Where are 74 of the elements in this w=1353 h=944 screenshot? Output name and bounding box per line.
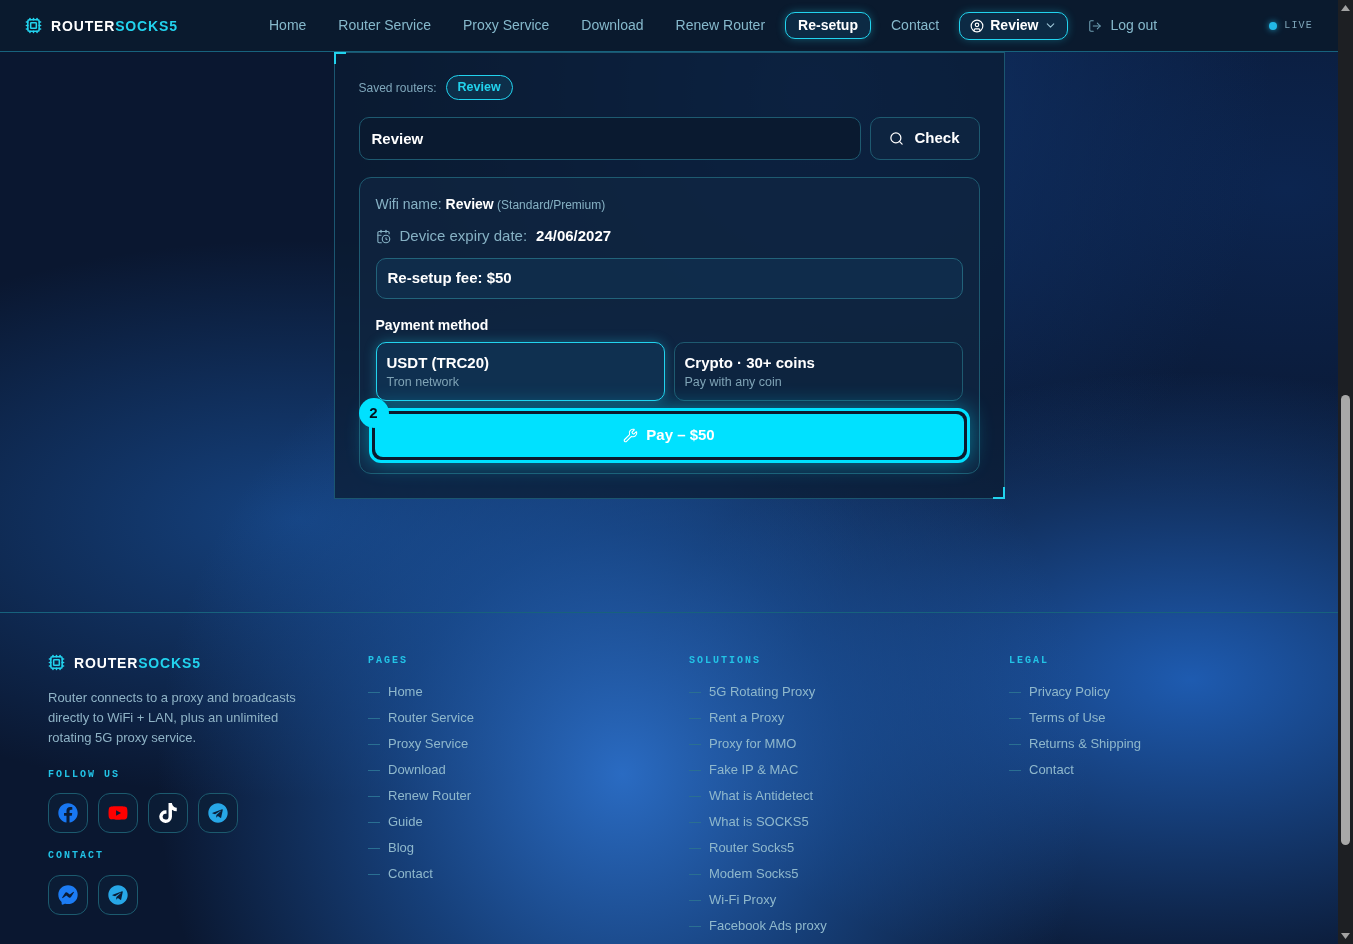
chip-icon bbox=[48, 654, 65, 671]
wrench-icon bbox=[623, 428, 639, 443]
footer-link[interactable]: Guide bbox=[368, 814, 423, 830]
live-status-text: LIVE bbox=[1284, 19, 1313, 33]
saved-router-chip[interactable]: Review bbox=[445, 75, 513, 100]
social-link[interactable] bbox=[148, 793, 188, 833]
logo-text[interactable]: ROUTERSOCKS5 bbox=[74, 654, 201, 671]
scroll-up-icon[interactable] bbox=[1341, 5, 1350, 11]
footer-link[interactable]: What is Antidetect bbox=[689, 788, 814, 804]
footer-link[interactable]: What is SOCKS5 bbox=[689, 814, 809, 830]
social-link[interactable] bbox=[98, 875, 138, 915]
footer-link[interactable]: Renew Router bbox=[368, 788, 472, 804]
scrollbar-thumb[interactable] bbox=[1341, 395, 1350, 845]
chip-icon bbox=[25, 17, 42, 34]
follow-us-heading: FOLLOW US bbox=[48, 769, 120, 781]
user-icon bbox=[970, 18, 985, 33]
fee-box: Re-setup fee: $50 bbox=[375, 258, 963, 299]
nav-link[interactable]: Router Service bbox=[326, 12, 443, 39]
tiktok-icon bbox=[158, 803, 178, 823]
social-link[interactable] bbox=[198, 793, 238, 833]
calendar-clock-icon bbox=[375, 228, 391, 244]
corner-bracket-icon bbox=[333, 52, 346, 64]
footer-link[interactable]: Proxy for MMO bbox=[689, 736, 797, 752]
nav-link[interactable]: Proxy Service bbox=[450, 12, 562, 39]
user-menu-button[interactable]: Review bbox=[959, 11, 1069, 40]
messenger-icon bbox=[58, 885, 78, 905]
footer-link[interactable]: Download bbox=[368, 762, 446, 778]
corner-bracket-icon bbox=[992, 487, 1005, 499]
nav-link[interactable]: Renew Router bbox=[663, 12, 778, 39]
footer-column-heading: PAGES bbox=[368, 655, 408, 667]
footer-link[interactable]: Router Service bbox=[368, 710, 474, 726]
logo-text[interactable]: ROUTERSOCKS5 bbox=[51, 17, 178, 34]
expiry-date: 24/06/2027 bbox=[536, 225, 612, 246]
footer-link[interactable]: Contact bbox=[1009, 762, 1074, 778]
payment-method-heading: Payment method bbox=[375, 316, 489, 335]
footer-link[interactable]: Modem Socks5 bbox=[689, 866, 799, 882]
saved-routers-label: Saved routers: bbox=[358, 79, 437, 97]
check-button[interactable]: Check bbox=[869, 117, 980, 160]
telegram-icon bbox=[208, 803, 228, 823]
footer-link[interactable]: Facebook Ads proxy bbox=[689, 918, 827, 934]
footer-link[interactable]: Router Socks5 bbox=[689, 840, 795, 856]
nav-link[interactable]: Download bbox=[569, 12, 656, 39]
footer-link[interactable]: Fake IP & MAC bbox=[689, 762, 799, 778]
scroll-down-icon[interactable] bbox=[1341, 933, 1350, 939]
footer-link[interactable]: 5G Rotating Proxy bbox=[689, 684, 816, 700]
scrollbar[interactable] bbox=[1338, 0, 1353, 944]
footer-link[interactable]: Home bbox=[368, 684, 423, 700]
footer-link[interactable]: Blog bbox=[368, 840, 415, 856]
footer-link[interactable]: Privacy Policy bbox=[1009, 684, 1110, 700]
footer-link[interactable]: Wi-Fi Proxy bbox=[689, 892, 777, 908]
nav-link[interactable]: Home bbox=[257, 12, 319, 39]
logout-icon bbox=[1088, 18, 1103, 33]
footer-link[interactable]: Proxy Service bbox=[368, 736, 469, 752]
nav-link[interactable]: Contact bbox=[879, 12, 952, 39]
youtube-icon bbox=[108, 803, 128, 823]
footer-link[interactable]: Rent a Proxy bbox=[689, 710, 785, 726]
contact-heading: CONTACT bbox=[48, 850, 104, 862]
footer-column-heading: SOLUTIONS bbox=[689, 655, 761, 667]
payment-option[interactable]: USDT (TRC20) Tron network bbox=[375, 342, 665, 401]
router-search-field[interactable]: Review bbox=[358, 117, 861, 160]
telegram-icon bbox=[108, 885, 128, 905]
footer-link[interactable]: Contact bbox=[368, 866, 433, 882]
expiry-label: Device expiry date: bbox=[399, 225, 528, 246]
footer-description: Router connects to a proxy and broadcasts directly to WiFi + LAN, plus an unlimited rotating 5G proxy service. bbox=[48, 689, 297, 747]
footer-link[interactable]: Terms of Use bbox=[1009, 710, 1106, 726]
footer-link[interactable]: Returns & Shipping bbox=[1009, 736, 1141, 752]
payment-option[interactable]: Crypto · 30+ coins Pay with any coin bbox=[673, 342, 963, 401]
wifi-name-line: Wifi name: Review (Standard/Premium) bbox=[375, 195, 606, 214]
nav-link[interactable]: Re-setup bbox=[785, 12, 871, 39]
step-badge: 2 bbox=[358, 398, 389, 428]
footer-column-heading: LEGAL bbox=[1009, 655, 1049, 667]
facebook-icon bbox=[58, 803, 78, 823]
logout-link[interactable]: Log out bbox=[1084, 12, 1162, 39]
search-icon bbox=[889, 131, 905, 146]
